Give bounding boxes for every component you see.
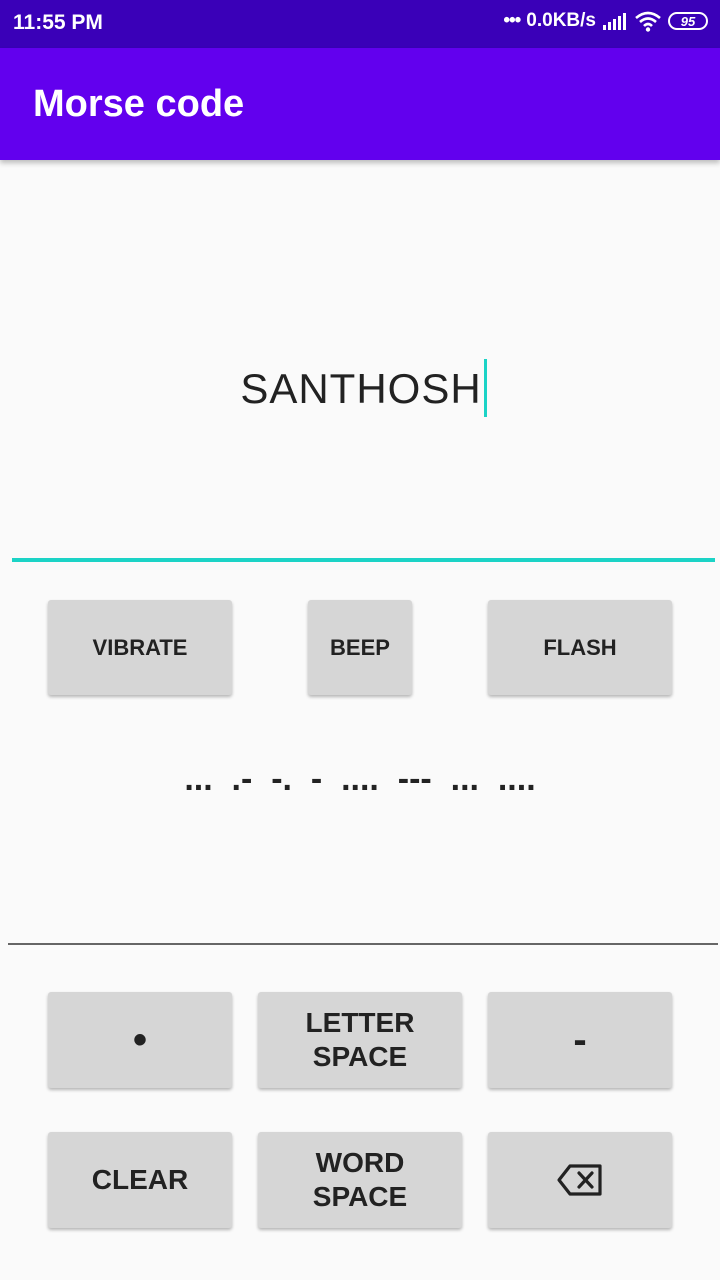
dash-label: - <box>573 1018 587 1062</box>
flash-button[interactable]: FLASH <box>488 600 672 695</box>
status-bar: 11:55 PM ••• 0.0KB/s 95 <box>0 0 720 48</box>
dash-button[interactable]: - <box>488 992 672 1088</box>
dot-button[interactable]: • <box>48 992 232 1088</box>
app-title: Morse code <box>33 83 245 125</box>
beep-label: BEEP <box>330 634 390 660</box>
word-space-button[interactable]: WORD SPACE <box>258 1132 462 1228</box>
wifi-icon <box>635 11 661 32</box>
input-text-row: SANTHOSH <box>12 359 715 421</box>
backspace-button[interactable] <box>488 1132 672 1228</box>
morse-output: ... .- -. - .... --- ... .... <box>184 760 536 798</box>
text-cursor <box>483 359 487 417</box>
status-time: 11:55 PM <box>13 11 103 34</box>
clear-label: CLEAR <box>91 1164 189 1195</box>
signal-icon <box>603 13 626 30</box>
text-input-field[interactable]: SANTHOSH <box>12 160 715 562</box>
clear-button[interactable]: CLEAR <box>48 1132 232 1228</box>
flash-label: FLASH <box>543 634 617 660</box>
input-underline <box>12 558 715 562</box>
dots-icon: ••• <box>503 10 521 31</box>
battery-icon: 95 <box>668 12 708 30</box>
input-value: SANTHOSH <box>240 365 482 413</box>
beep-button[interactable]: BEEP <box>308 600 412 695</box>
backspace-icon <box>557 1164 602 1196</box>
net-speed: 0.0KB/s <box>526 10 596 31</box>
dot-label: • <box>132 1018 147 1062</box>
app-bar: Morse code <box>0 48 720 160</box>
vibrate-label: VIBRATE <box>92 634 188 660</box>
battery-level: 95 <box>680 13 696 29</box>
letter-space-label: LETTER SPACE <box>305 1007 415 1072</box>
divider <box>8 943 718 945</box>
word-space-label: WORD SPACE <box>312 1147 408 1212</box>
letter-space-button[interactable]: LETTER SPACE <box>258 992 462 1088</box>
vibrate-button[interactable]: VIBRATE <box>48 600 232 695</box>
status-right: ••• 0.0KB/s 95 <box>503 10 708 32</box>
